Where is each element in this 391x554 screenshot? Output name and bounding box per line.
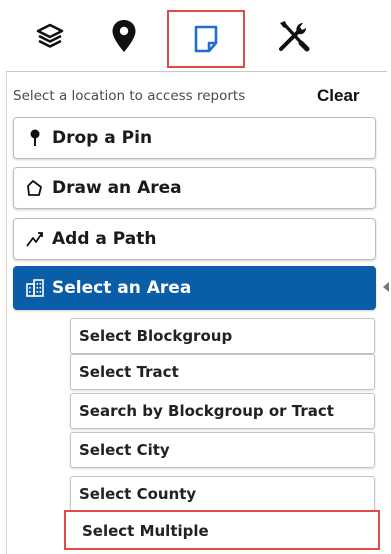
draw-area-label: Draw an Area: [52, 178, 182, 198]
location-tab[interactable]: [98, 10, 150, 62]
select-area-button[interactable]: Select an Area: [13, 266, 376, 310]
toolbar: [6, 0, 387, 70]
drop-pin-button[interactable]: Drop a Pin: [13, 117, 376, 159]
select-multiple-label: Select Multiple: [82, 522, 209, 540]
add-path-label: Add a Path: [52, 229, 157, 249]
panel-border: [6, 72, 7, 554]
drop-pin-label: Drop a Pin: [52, 128, 153, 148]
select-multiple-option[interactable]: Select Multiple: [64, 510, 380, 550]
reports-tab[interactable]: [167, 10, 245, 68]
clear-button[interactable]: Clear: [317, 86, 360, 106]
polygon-icon: [22, 176, 48, 200]
toolbar-divider: [6, 71, 387, 72]
map-pin-icon: [112, 20, 136, 52]
select-city-option[interactable]: Select City: [70, 432, 375, 468]
path-icon: [22, 227, 48, 251]
pin-icon: [22, 126, 48, 150]
panel-hint: Select a location to access reports: [13, 88, 246, 104]
report-page-icon: [194, 25, 218, 53]
select-county-option[interactable]: Select County: [70, 476, 375, 512]
search-blockgroup-tract-option[interactable]: Search by Blockgroup or Tract: [70, 393, 375, 429]
draw-area-button[interactable]: Draw an Area: [13, 167, 376, 209]
buildings-icon: [22, 276, 48, 300]
select-area-label: Select an Area: [52, 278, 192, 298]
tools-tab[interactable]: [268, 10, 320, 62]
collapse-caret-icon[interactable]: [383, 282, 389, 292]
layers-icon: [36, 23, 64, 48]
select-blockgroup-option[interactable]: Select Blockgroup: [70, 318, 375, 354]
select-tract-option[interactable]: Select Tract: [70, 354, 375, 390]
layers-tab[interactable]: [24, 10, 76, 62]
add-path-button[interactable]: Add a Path: [13, 218, 376, 260]
tools-icon: [279, 21, 310, 52]
